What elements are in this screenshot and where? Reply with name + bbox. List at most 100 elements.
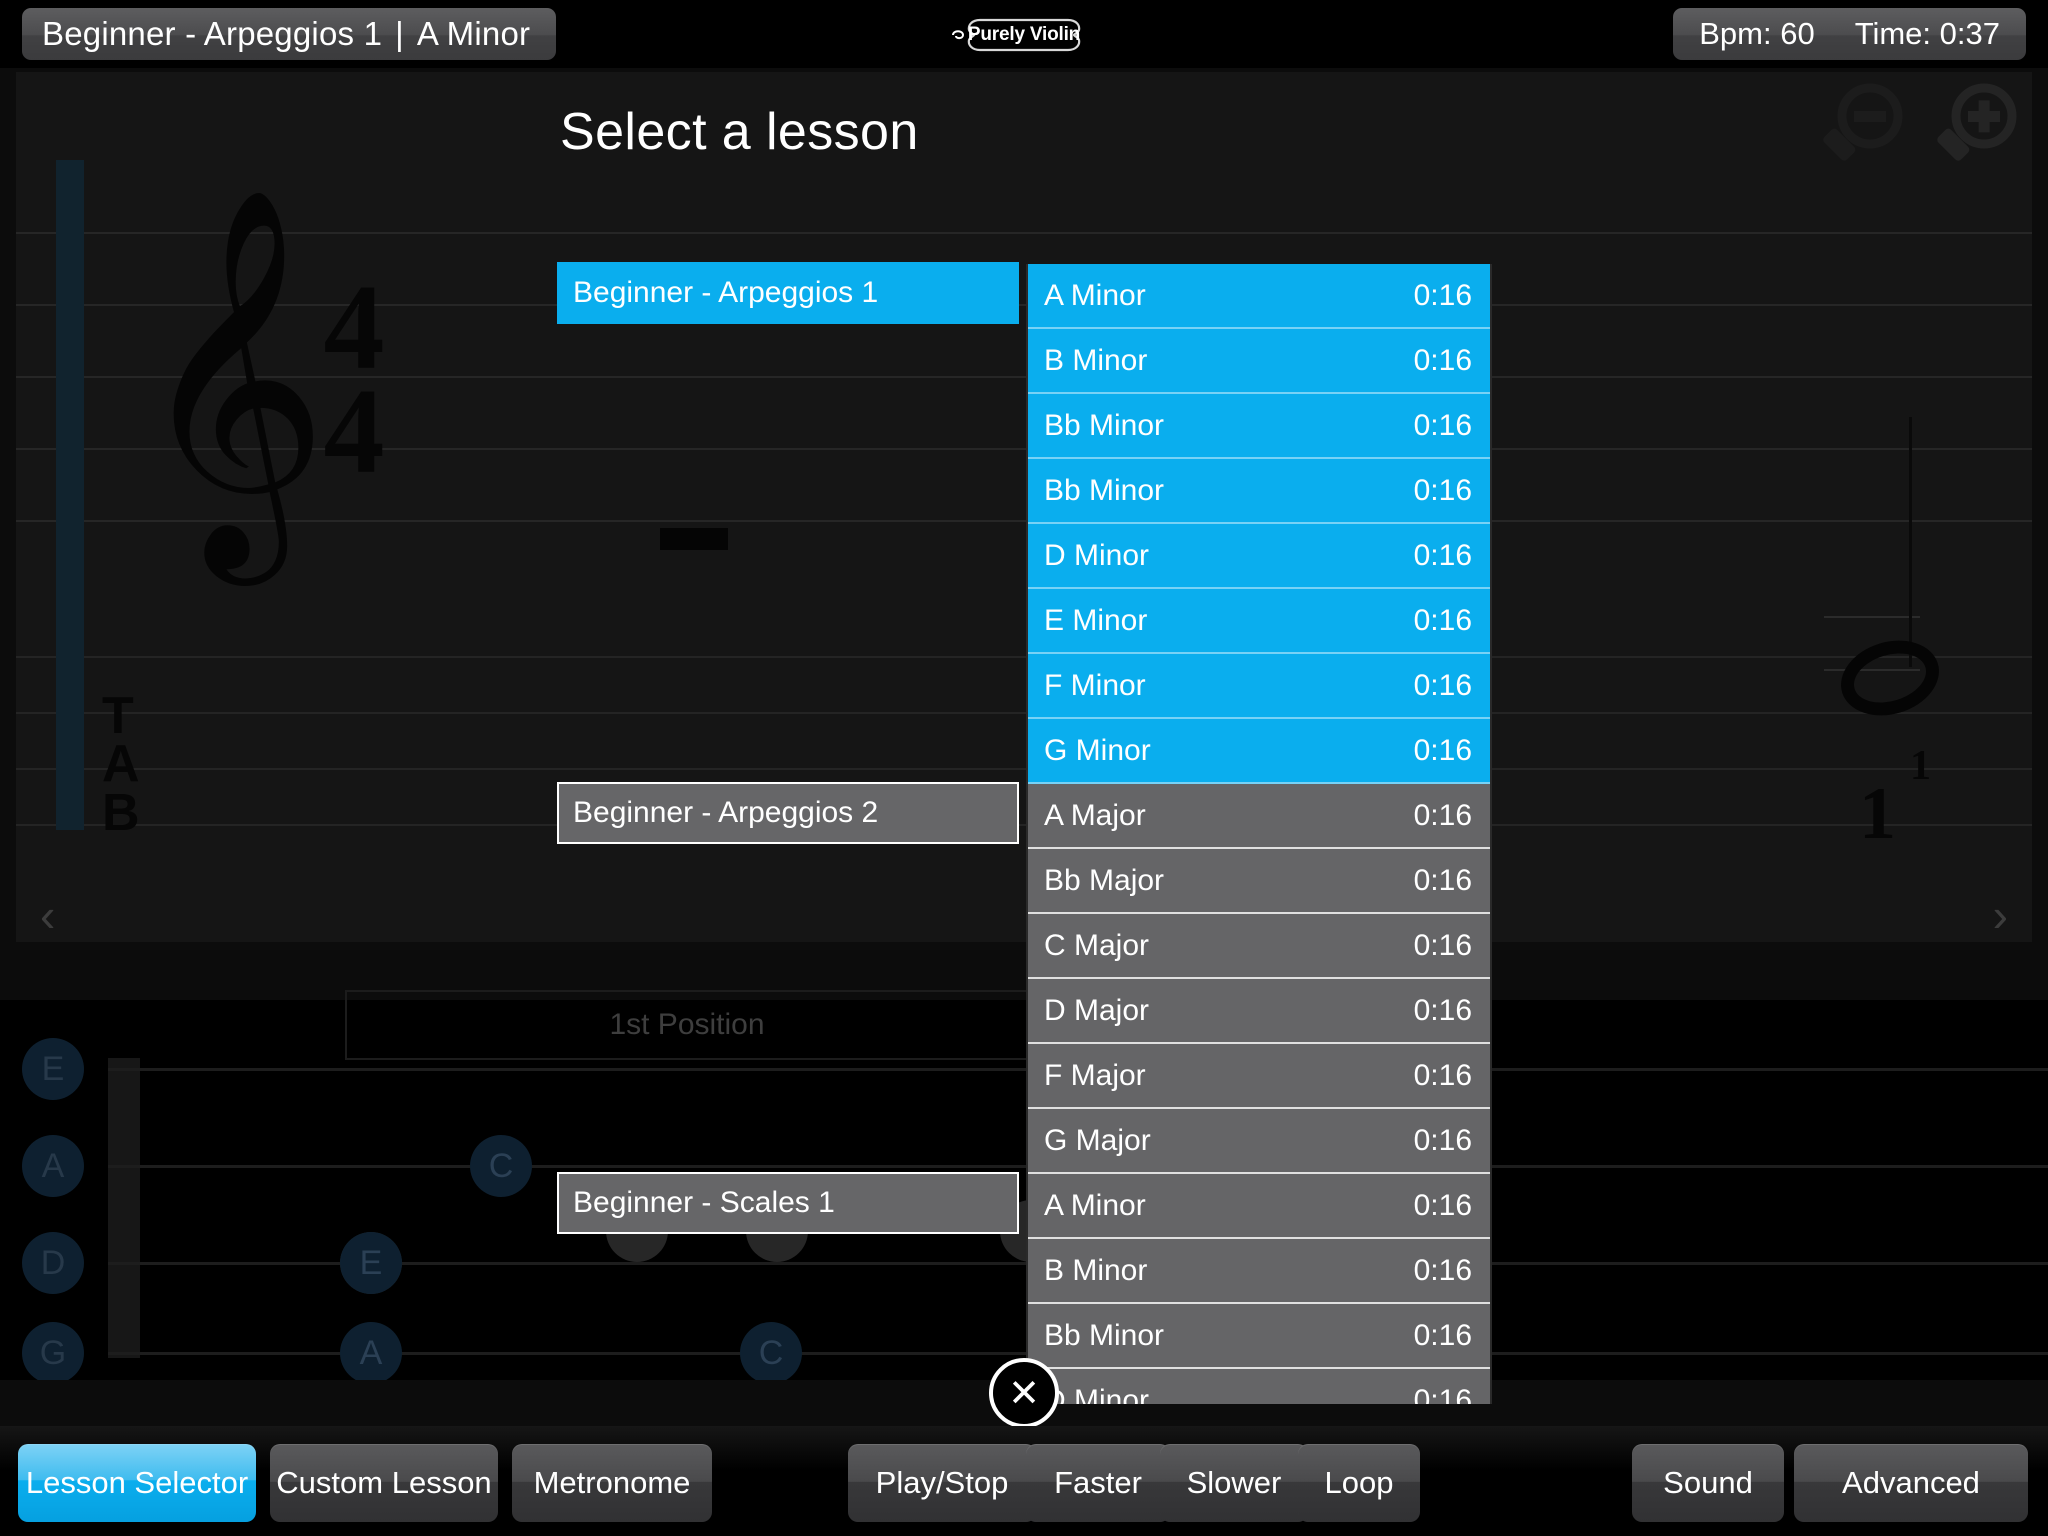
open-string-a[interactable]: A xyxy=(22,1135,84,1197)
lesson-item[interactable]: Beginner - Arpeggios 2 xyxy=(557,782,1019,844)
key-name: A Major xyxy=(1044,798,1146,832)
fingerboard-note-marker[interactable]: C xyxy=(470,1135,532,1197)
key-duration: 0:16 xyxy=(1413,733,1472,767)
bottom-toolbar: Lesson Selector Custom Lesson Metronome Pla… xyxy=(0,1426,2048,1536)
key-duration: 0:16 xyxy=(1413,1188,1472,1222)
toolbar-button-label: Lesson Selector xyxy=(25,1465,249,1500)
fingerboard-note-marker[interactable]: C xyxy=(740,1322,802,1380)
key-row[interactable]: A Minor 0:16 xyxy=(1028,1174,1490,1239)
toolbar-button-label: Loop xyxy=(1324,1465,1394,1500)
nut xyxy=(108,1058,140,1358)
open-string-d[interactable]: D xyxy=(22,1232,84,1294)
key-duration: 0:16 xyxy=(1413,278,1472,312)
key-row[interactable]: D Minor 0:16 xyxy=(1028,1369,1490,1404)
toolbar-button-label: Slower xyxy=(1186,1465,1282,1500)
zoom-out-icon[interactable] xyxy=(1816,78,1912,174)
open-string-e[interactable]: E xyxy=(22,1038,84,1100)
app-logo: Purely Violin xyxy=(950,14,1098,56)
toolbar-button-metronome[interactable]: Metronome xyxy=(512,1444,712,1522)
key-name: D Minor xyxy=(1044,1383,1150,1405)
lesson-item[interactable]: Beginner - Arpeggios 1 xyxy=(557,262,1019,324)
toolbar-button-label: Metronome xyxy=(533,1465,691,1500)
key-name: E Minor xyxy=(1044,603,1148,637)
lesson-title: Beginner - Arpeggios 1 xyxy=(42,15,383,52)
key-duration: 0:16 xyxy=(1413,1383,1472,1405)
fingerboard-note-marker[interactable]: A xyxy=(340,1322,402,1380)
toolbar-button-loop[interactable]: Loop xyxy=(1298,1444,1420,1522)
key-name: Bb Minor xyxy=(1044,1318,1165,1352)
lesson-item-label: Beginner - Arpeggios 1 xyxy=(573,276,879,309)
key-name: A Minor xyxy=(1044,278,1146,312)
position-label: 1st Position xyxy=(609,1008,765,1041)
key-row[interactable]: G Minor 0:16 xyxy=(1028,719,1490,784)
key-duration: 0:16 xyxy=(1413,538,1472,572)
notation-panel: 𝄞 4 4 T A B 1 1 ‹ › xyxy=(16,72,2032,942)
rest-symbol xyxy=(660,528,728,550)
key-name: C Major xyxy=(1044,928,1150,962)
current-key-title: A Minor xyxy=(416,15,531,52)
key-duration: 0:16 xyxy=(1413,863,1472,897)
toolbar-button-lesson-selector[interactable]: Lesson Selector xyxy=(18,1444,256,1522)
toolbar-button-sound[interactable]: Sound xyxy=(1632,1444,1784,1522)
key-row[interactable]: Bb Major 0:16 xyxy=(1028,849,1490,914)
key-name: F Major xyxy=(1044,1058,1146,1092)
key-row[interactable]: G Major 0:16 xyxy=(1028,1109,1490,1174)
key-list[interactable]: A Minor 0:16 B Minor 0:16 Bb Minor 0:16 Bb Min… xyxy=(1026,264,1492,1404)
tab-line xyxy=(16,712,2032,714)
key-row[interactable]: D Major 0:16 xyxy=(1028,979,1490,1044)
toolbar-button-play-stop[interactable]: Play/Stop xyxy=(848,1444,1036,1522)
toolbar-button-slower[interactable]: Slower xyxy=(1160,1444,1308,1522)
logo-text: Purely Violin xyxy=(967,24,1081,45)
key-duration: 0:16 xyxy=(1413,1253,1472,1287)
toolbar-button-advanced[interactable]: Advanced xyxy=(1794,1444,2028,1522)
time-signature-denominator: 4 xyxy=(323,364,385,499)
position-indicator: 1st Position xyxy=(345,990,1029,1060)
toolbar-button-label: Custom Lesson xyxy=(276,1465,492,1500)
key-row[interactable]: E Minor 0:16 xyxy=(1028,589,1490,654)
lesson-item-label: Beginner - Arpeggios 2 xyxy=(573,796,879,829)
toolbar-button-faster[interactable]: Faster xyxy=(1026,1444,1170,1522)
key-row[interactable]: D Minor 0:16 xyxy=(1028,524,1490,589)
toolbar-button-custom-lesson[interactable]: Custom Lesson xyxy=(270,1444,498,1522)
key-name: B Minor xyxy=(1044,1253,1148,1287)
toolbar-button-label: Faster xyxy=(1054,1465,1142,1500)
key-duration: 0:16 xyxy=(1413,1318,1472,1352)
key-row[interactable]: Bb Minor 0:16 xyxy=(1028,1304,1490,1369)
tab-label: T A B xyxy=(102,687,140,842)
key-name: Bb Minor xyxy=(1044,408,1165,442)
key-row[interactable]: A Minor 0:16 xyxy=(1028,264,1490,329)
key-row[interactable]: Bb Minor 0:16 xyxy=(1028,394,1490,459)
key-row[interactable]: Bb Minor 0:16 xyxy=(1028,459,1490,524)
key-row[interactable]: F Major 0:16 xyxy=(1028,1044,1490,1109)
measure-start-bar xyxy=(56,160,84,830)
key-row[interactable]: A Major 0:16 xyxy=(1028,784,1490,849)
lesson-item[interactable]: Beginner - Scales 1 xyxy=(557,1172,1019,1234)
key-name: A Minor xyxy=(1044,1188,1146,1222)
tab-line xyxy=(16,768,2032,770)
key-duration: 0:16 xyxy=(1413,798,1472,832)
key-name: F Minor xyxy=(1044,668,1146,702)
next-measure-button[interactable]: › xyxy=(1993,892,2008,938)
key-row[interactable]: C Major 0:16 xyxy=(1028,914,1490,979)
key-duration: 0:16 xyxy=(1413,343,1472,377)
key-duration: 0:16 xyxy=(1413,1058,1472,1092)
fingerboard-note-marker[interactable]: E xyxy=(340,1232,402,1294)
prev-measure-button[interactable]: ‹ xyxy=(40,892,55,938)
note-stem xyxy=(1909,417,1912,667)
toolbar-button-label: Sound xyxy=(1663,1465,1753,1500)
zoom-controls xyxy=(1816,78,2026,174)
key-duration: 0:16 xyxy=(1413,473,1472,507)
open-string-g[interactable]: G xyxy=(22,1322,84,1380)
close-modal-button[interactable]: ✕ xyxy=(989,1358,1059,1428)
key-row[interactable]: B Minor 0:16 xyxy=(1028,1239,1490,1304)
key-name: Bb Major xyxy=(1044,863,1165,897)
title-separator: | xyxy=(395,15,404,52)
zoom-in-icon[interactable] xyxy=(1930,78,2026,174)
lesson-title-pill: Beginner - Arpeggios 1 | A Minor xyxy=(22,8,557,60)
lesson-item-label: Beginner - Scales 1 xyxy=(573,1186,835,1219)
key-duration: 0:16 xyxy=(1413,603,1472,637)
key-row[interactable]: B Minor 0:16 xyxy=(1028,329,1490,394)
key-name: G Minor xyxy=(1044,733,1151,767)
key-row[interactable]: F Minor 0:16 xyxy=(1028,654,1490,719)
key-duration: 0:16 xyxy=(1413,928,1472,962)
